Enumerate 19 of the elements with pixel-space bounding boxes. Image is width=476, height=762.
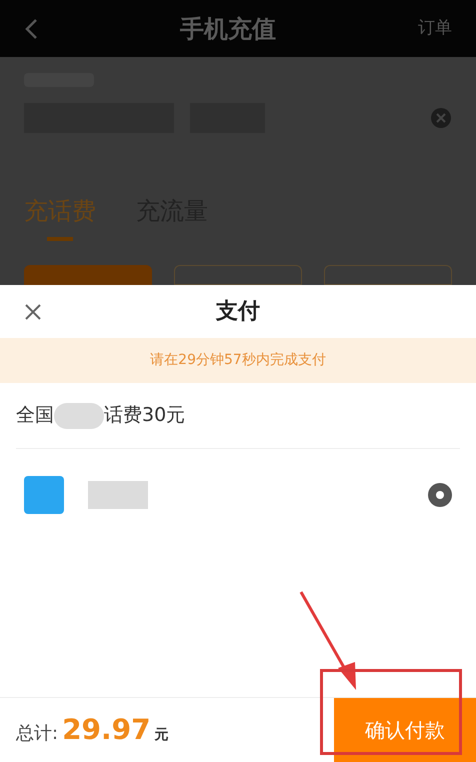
product-prefix: 全国 [16, 403, 54, 428]
sheet-title: 支付 [214, 298, 261, 326]
close-icon[interactable] [24, 302, 42, 320]
orders-link[interactable]: 订单 [418, 16, 452, 42]
confirm-payment-button[interactable]: 确认付款 [334, 698, 476, 762]
header-title: 手机充值 [179, 14, 277, 44]
blurred-method-name [88, 481, 148, 509]
product-name: 话费30元 [104, 403, 186, 428]
clear-icon[interactable] [430, 107, 452, 129]
back-icon[interactable] [24, 18, 38, 40]
total-amount: 29.97 [62, 712, 151, 748]
amount-card[interactable] [324, 265, 452, 285]
blurred-method-icon [24, 476, 64, 514]
payment-notice: 请在29分钟57秒内完成支付 [0, 338, 476, 383]
blurred-product-name [54, 402, 104, 428]
total-label: 总计: [16, 722, 58, 746]
currency-label: 元 [154, 726, 169, 745]
radio-button[interactable] [428, 483, 452, 507]
amount-card[interactable] [174, 265, 302, 285]
